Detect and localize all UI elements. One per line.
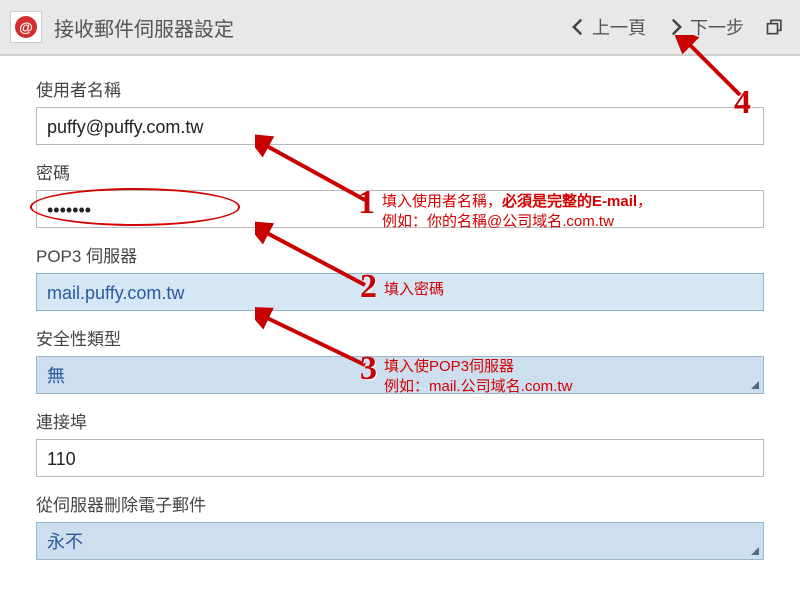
restore-window-icon	[765, 17, 785, 37]
next-label: 下一步	[690, 14, 744, 40]
prev-label: 上一頁	[592, 14, 646, 40]
username-input[interactable]: puffy@puffy.com.tw	[36, 107, 764, 145]
password-input[interactable]: •••••••	[36, 190, 764, 228]
delete-label: 從伺服器刪除電子郵件	[36, 491, 764, 516]
delete-group: 從伺服器刪除電子郵件 永不	[36, 491, 764, 560]
pop3-input[interactable]: mail.puffy.com.tw	[36, 273, 764, 311]
next-button[interactable]: 下一步	[656, 14, 754, 40]
window-header: @ 接收郵件伺服器設定 上一頁 下一步	[0, 0, 800, 56]
security-select[interactable]: 無	[36, 356, 764, 394]
delete-select[interactable]: 永不	[36, 522, 764, 560]
chevron-right-icon	[666, 17, 686, 37]
port-group: 連接埠 110	[36, 408, 764, 477]
prev-button[interactable]: 上一頁	[558, 14, 656, 40]
security-group: 安全性類型 無	[36, 325, 764, 394]
window-toggle-button[interactable]	[760, 12, 790, 42]
pop3-group: POP3 伺服器 mail.puffy.com.tw	[36, 242, 764, 311]
username-group: 使用者名稱 puffy@puffy.com.tw	[36, 76, 764, 145]
at-icon: @	[15, 16, 37, 38]
pop3-label: POP3 伺服器	[36, 242, 764, 267]
incoming-server-form: 使用者名稱 puffy@puffy.com.tw 密碼 ••••••• POP3…	[0, 56, 800, 560]
security-label: 安全性類型	[36, 325, 764, 350]
chevron-left-icon	[568, 17, 588, 37]
port-input[interactable]: 110	[36, 439, 764, 477]
page-title: 接收郵件伺服器設定	[54, 13, 234, 42]
password-label: 密碼	[36, 159, 764, 184]
username-label: 使用者名稱	[36, 76, 764, 101]
app-icon: @	[10, 11, 42, 43]
port-label: 連接埠	[36, 408, 764, 433]
password-group: 密碼 •••••••	[36, 159, 764, 228]
